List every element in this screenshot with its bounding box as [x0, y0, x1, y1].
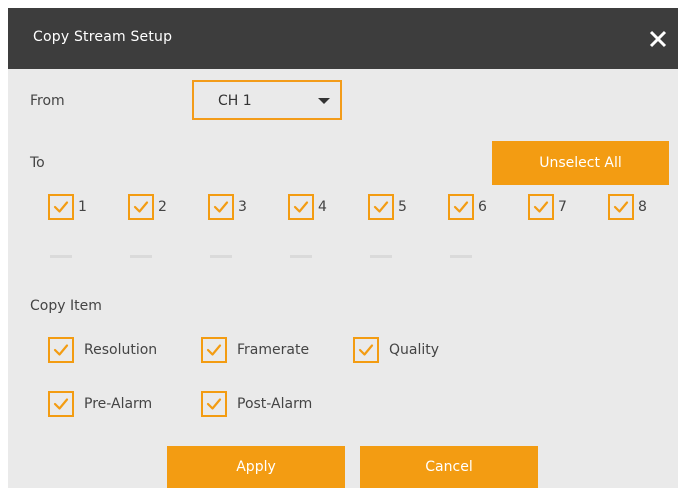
- copy-item-quality-checkbox[interactable]: [353, 337, 379, 363]
- cancel-button[interactable]: Cancel: [360, 446, 538, 488]
- channel-2-label: 2: [158, 199, 167, 215]
- channel-3-label: 3: [238, 199, 247, 215]
- faint-divider: [450, 255, 472, 258]
- channel-7-checkbox[interactable]: [528, 194, 554, 220]
- copy-stream-setup-dialog: Copy Stream Setup From CH 1 To Unselect …: [8, 8, 678, 488]
- channel-7-label: 7: [558, 199, 567, 215]
- faint-divider: [370, 255, 392, 258]
- from-channel-select[interactable]: CH 1: [192, 80, 342, 120]
- close-icon[interactable]: [644, 25, 672, 53]
- dialog-title: Copy Stream Setup: [33, 29, 173, 45]
- faint-divider: [130, 255, 152, 258]
- copy-item-quality-label: Quality: [389, 342, 440, 358]
- to-label: To: [30, 155, 45, 171]
- channel-6-checkbox[interactable]: [448, 194, 474, 220]
- copy-item-resolution-label: Resolution: [84, 342, 158, 358]
- copy-item-label: Copy Item: [30, 298, 102, 314]
- channel-5-checkbox[interactable]: [368, 194, 394, 220]
- faint-divider: [50, 255, 72, 258]
- channel-4-checkbox[interactable]: [288, 194, 314, 220]
- channel-2-checkbox[interactable]: [128, 194, 154, 220]
- channel-5-label: 5: [398, 199, 407, 215]
- dialog-titlebar: Copy Stream Setup: [8, 8, 678, 69]
- apply-button[interactable]: Apply: [167, 446, 345, 488]
- copy-item-framerate-checkbox[interactable]: [201, 337, 227, 363]
- copy-item-post-alarm-checkbox[interactable]: [201, 391, 227, 417]
- channel-4-label: 4: [318, 199, 327, 215]
- copy-item-pre-alarm-label: Pre-Alarm: [84, 396, 153, 412]
- channel-1-checkbox[interactable]: [48, 194, 74, 220]
- faint-divider: [290, 255, 312, 258]
- copy-item-pre-alarm-checkbox[interactable]: [48, 391, 74, 417]
- from-channel-value: CH 1: [218, 93, 252, 109]
- channel-1-label: 1: [78, 199, 87, 215]
- faint-divider: [210, 255, 232, 258]
- unselect-all-button[interactable]: Unselect All: [492, 141, 669, 185]
- copy-item-post-alarm-label: Post-Alarm: [237, 396, 313, 412]
- chevron-down-icon: [318, 98, 330, 104]
- channel-8-checkbox[interactable]: [608, 194, 634, 220]
- channel-6-label: 6: [478, 199, 487, 215]
- copy-item-resolution-checkbox[interactable]: [48, 337, 74, 363]
- copy-item-framerate-label: Framerate: [237, 342, 310, 358]
- channel-8-label: 8: [638, 199, 647, 215]
- channel-3-checkbox[interactable]: [208, 194, 234, 220]
- from-label: From: [30, 93, 65, 109]
